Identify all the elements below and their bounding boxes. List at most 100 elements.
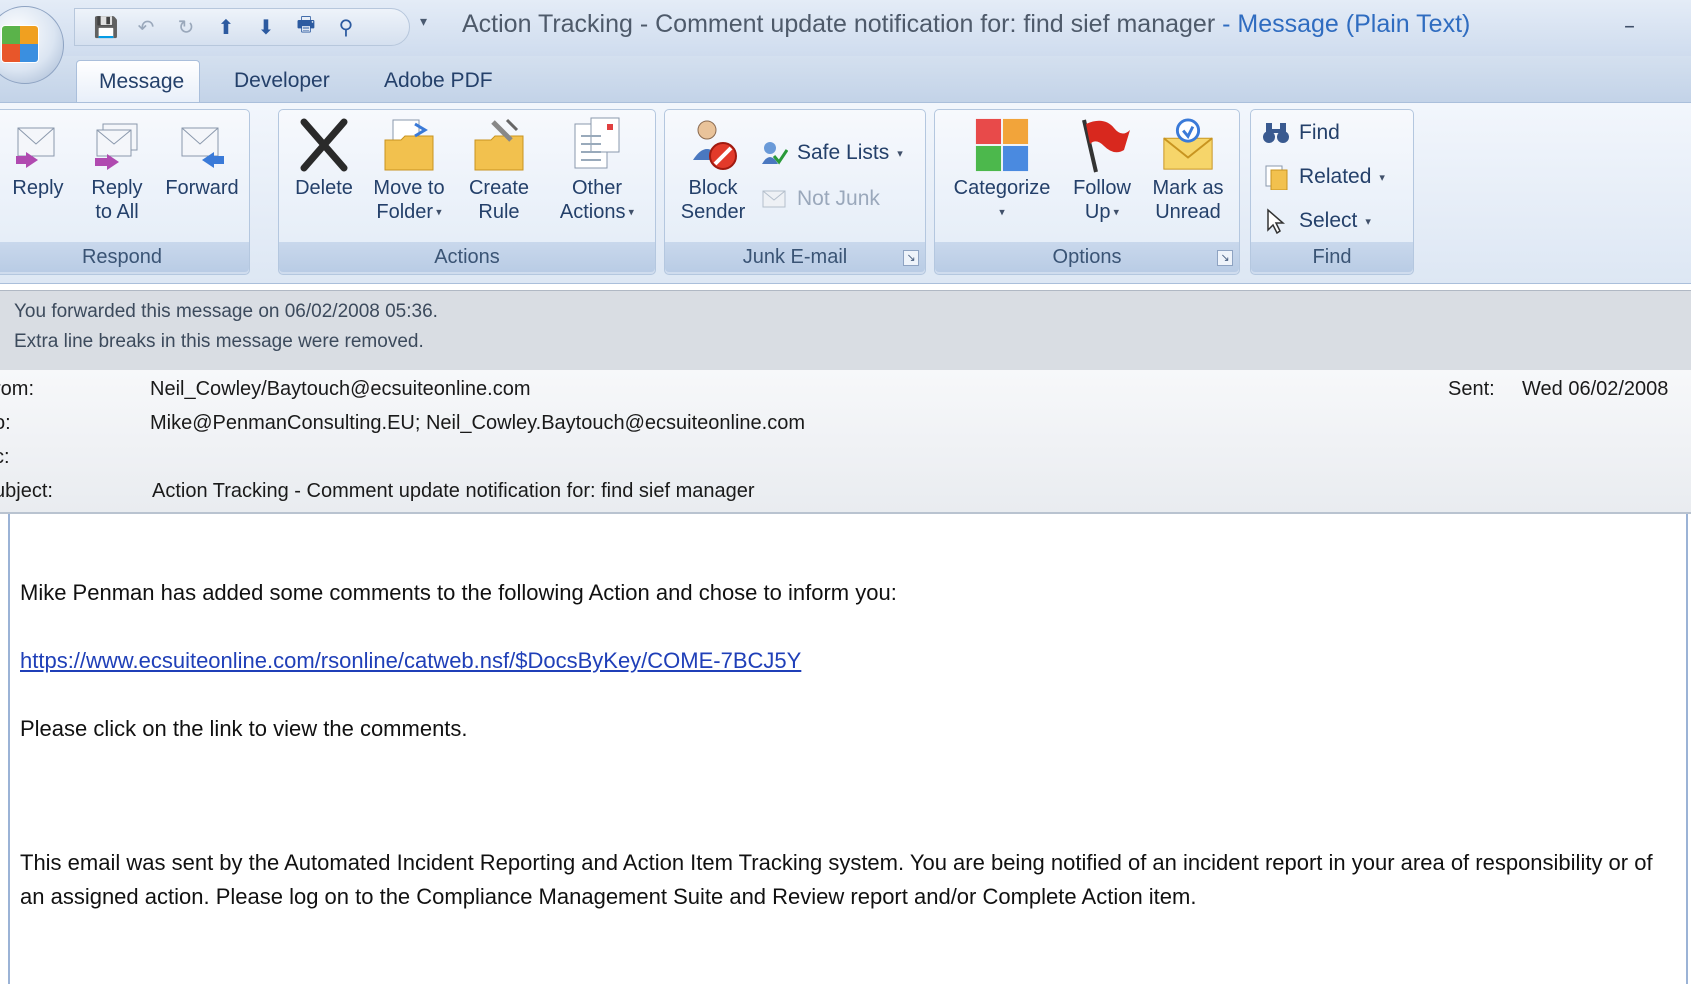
junk-email-options-launcher-icon[interactable]: ↘ [903, 250, 919, 266]
reply-all-icon [89, 114, 145, 176]
reply-button[interactable]: Reply [3, 114, 73, 200]
save-icon[interactable]: 💾 [89, 12, 123, 42]
reply-all-label-1: Reply [91, 177, 143, 199]
sent-label: Sent: [1448, 378, 1495, 400]
group-respond-label: Respond [0, 242, 249, 272]
find-button[interactable]: Find [1261, 116, 1340, 150]
group-actions: Delete Move to Folder ▾ Create Rule Othe… [278, 109, 656, 275]
print-icon[interactable]: 🖶 [289, 12, 323, 42]
mark-as-unread-button[interactable]: Mark as Unread [1143, 114, 1233, 224]
message-body[interactable]: Mike Penman has added some comments to t… [8, 514, 1688, 984]
window-title: Action Tracking - Comment update notific… [462, 10, 1470, 39]
quick-access-toolbar: 💾 ↶ ↻ ⬆ ⬇ 🖶 ⚲ [74, 8, 410, 46]
block-sender-label-1: Block [688, 177, 738, 199]
tab-developer[interactable]: Developer [212, 60, 352, 102]
block-sender-icon [685, 114, 741, 176]
delete-button[interactable]: Delete [289, 114, 359, 200]
info-bar[interactable]: You forwarded this message on 06/02/2008… [0, 290, 1691, 371]
move-to-label-2: Folder [376, 201, 434, 223]
body-footer-notice: This email was sent by the Automated Inc… [20, 850, 1653, 909]
tab-message[interactable]: Message [76, 60, 200, 102]
mark-as-unread-icon [1160, 114, 1216, 176]
not-junk-button[interactable]: Not Junk [759, 182, 880, 216]
title-bar: 💾 ↶ ↻ ⬆ ⬇ 🖶 ⚲ ▾ Action Tracking - Commen… [0, 0, 1691, 84]
to-value[interactable]: Mike@PenmanConsulting.EU; Neil_Cowley.Ba… [150, 412, 805, 435]
outlook-message-window: 💾 ↶ ↻ ⬆ ⬇ 🖶 ⚲ ▾ Action Tracking - Commen… [0, 0, 1691, 984]
sent-value: Wed 06/02/2008 [1522, 378, 1669, 400]
group-options-label: Options [935, 242, 1239, 272]
mark-as-unread-label-1: Mark as [1152, 177, 1224, 199]
reply-all-button[interactable]: Reply to All [83, 114, 151, 224]
find-binoculars-icon[interactable]: ⚲ [329, 12, 363, 42]
follow-up-dropdown-icon: ▾ [1110, 206, 1120, 219]
categorize-icon [974, 114, 1030, 176]
move-to-dropdown-icon: ▾ [433, 206, 442, 219]
other-actions-icon [569, 114, 625, 176]
safe-lists-button[interactable]: Safe Lists ▾ [759, 136, 903, 170]
follow-up-button[interactable]: Follow Up ▾ [1065, 114, 1139, 225]
select-dropdown-icon: ▾ [1365, 215, 1371, 228]
categorize-button[interactable]: Categorize ▾ [943, 114, 1061, 225]
cc-label: c: [0, 446, 10, 468]
subject-value: Action Tracking - Comment update notific… [152, 480, 755, 502]
select-label: Select [1299, 209, 1358, 232]
header-from-row: rom: Neil_Cowley/Baytouch@ecsuiteonline.… [0, 378, 1691, 410]
body-instruction: Please click on the link to view the com… [20, 716, 468, 741]
group-junk-email: Block Sender Safe Lists ▾ Not Junk Junk … [664, 109, 926, 275]
from-value[interactable]: Neil_Cowley/Baytouch@ecsuiteonline.com [150, 378, 531, 401]
related-dropdown-icon: ▾ [1379, 171, 1385, 184]
move-to-label-1: Move to [373, 177, 445, 199]
group-actions-label: Actions [279, 242, 655, 272]
block-sender-label-2: Sender [680, 201, 746, 223]
comment-link[interactable]: https://www.ecsuiteonline.com/rsonline/c… [20, 648, 801, 673]
redo-icon[interactable]: ↻ [169, 12, 203, 42]
group-options: Categorize ▾ Follow Up ▾ Mark as Unread … [934, 109, 1240, 275]
body-link-line: https://www.ecsuiteonline.com/rsonline/c… [20, 648, 801, 674]
customize-qat-icon[interactable]: ▾ [420, 14, 427, 30]
move-to-folder-icon [381, 114, 437, 176]
undo-icon[interactable]: ↶ [129, 12, 163, 42]
related-icon [1261, 163, 1291, 191]
other-actions-button[interactable]: Other Actions ▾ [547, 114, 647, 225]
create-rule-button[interactable]: Create Rule [459, 114, 539, 224]
group-find-label: Find [1251, 242, 1413, 272]
binoculars-icon [1261, 119, 1291, 147]
create-rule-icon [471, 114, 527, 176]
window-title-type: - Message (Plain Text) [1215, 10, 1471, 38]
reply-all-label-2: to All [95, 201, 139, 223]
body-intro: Mike Penman has added some comments to t… [20, 580, 897, 605]
reply-icon [10, 114, 66, 176]
group-respond: Reply Reply to All Forward Respond [0, 109, 250, 275]
header-subject-row: ubject: Action Tracking - Comment update… [0, 480, 1691, 512]
other-actions-label-1: Other [571, 177, 623, 199]
categorize-dropdown-icon: ▾ [999, 206, 1005, 219]
not-junk-icon [759, 185, 789, 213]
mark-as-unread-label-2: Unread [1155, 201, 1221, 223]
subject-label: ubject: [0, 480, 53, 502]
move-to-folder-button[interactable]: Move to Folder ▾ [367, 114, 451, 225]
from-label: rom: [0, 378, 34, 400]
group-find: Find Related ▾ Select ▾ Find [1250, 109, 1414, 275]
forward-label: Forward [165, 177, 239, 199]
select-button[interactable]: Select ▾ [1261, 204, 1371, 238]
minimize-button[interactable]: – [1624, 14, 1644, 39]
next-item-icon[interactable]: ⬇ [249, 12, 283, 42]
tab-adobe-pdf[interactable]: Adobe PDF [362, 60, 515, 102]
related-button[interactable]: Related ▾ [1261, 160, 1385, 194]
previous-item-icon[interactable]: ⬆ [209, 12, 243, 42]
find-label: Find [1299, 121, 1340, 144]
ribbon: Reply Reply to All Forward Respond Delet… [0, 102, 1691, 284]
reply-label: Reply [12, 177, 64, 199]
follow-up-flag-icon [1074, 114, 1130, 176]
follow-up-label-2: Up [1084, 201, 1111, 223]
related-label: Related [1299, 165, 1372, 188]
forwarded-notice: You forwarded this message on 06/02/2008… [14, 301, 438, 322]
follow-up-label-1: Follow [1073, 177, 1131, 199]
ribbon-tabs: Message Developer Adobe PDF [0, 56, 1691, 102]
group-junk-email-label: Junk E-mail [665, 242, 925, 272]
forward-button[interactable]: Forward [159, 114, 245, 200]
forward-icon [174, 114, 230, 176]
message-options-launcher-icon[interactable]: ↘ [1217, 250, 1233, 266]
header-cc-row: c: [0, 446, 1691, 478]
block-sender-button[interactable]: Block Sender [671, 114, 755, 224]
